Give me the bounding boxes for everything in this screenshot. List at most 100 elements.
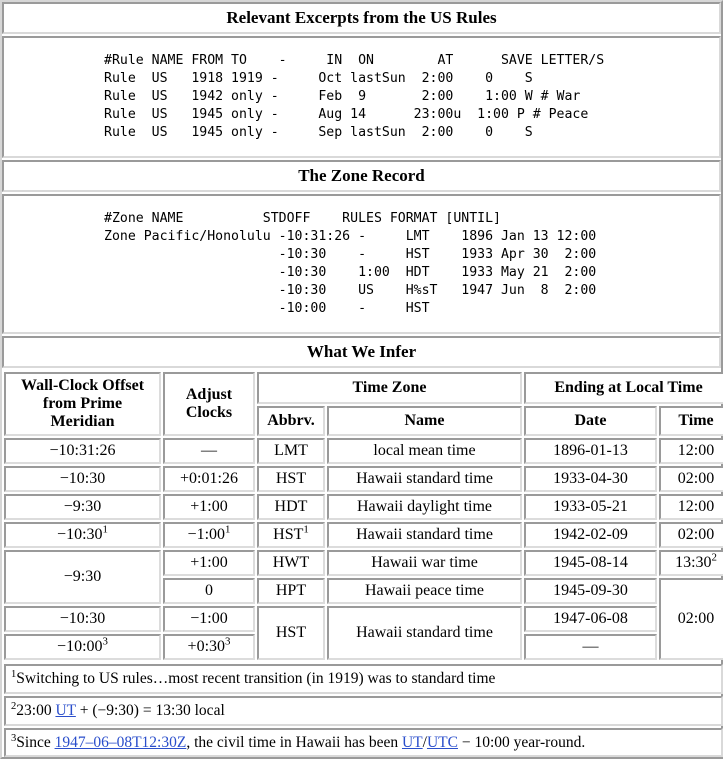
name-value: Hawaii war time <box>371 554 478 571</box>
table-row: −10:31:26 — LMT local mean time 1896-01-… <box>4 438 723 464</box>
table-row: −10:30 −1:00 HST Hawaii standard time 19… <box>4 606 723 660</box>
cell-date: 1945-08-14 <box>524 550 657 576</box>
header-ending-group: Ending at Local Time <box>524 372 723 404</box>
cell-name: Hawaii standard time <box>327 466 522 492</box>
adjust-footnote-ref: 1 <box>225 523 231 536</box>
footnote-3-mid: , the civil time in Hawaii has been <box>186 733 402 751</box>
abbrv-value: HST <box>275 470 307 487</box>
date-value: 1945-08-14 <box>553 554 628 571</box>
us-rules-title-box: Relevant Excerpts from the US Rules <box>2 2 721 34</box>
abbrv-value: HST <box>273 526 304 543</box>
abbrv-value: HDT <box>274 498 308 515</box>
time-value: 12:00 <box>677 498 715 515</box>
name-value: local mean time <box>373 442 476 459</box>
zone-record-code: #Zone NAME STDOFF RULES FORMAT [UNTIL] Z… <box>104 211 597 316</box>
name-value: Hawaii daylight time <box>356 498 493 515</box>
abbrv-footnote-ref: 1 <box>303 523 309 536</box>
cell-time: 02:00 <box>659 522 723 548</box>
page-container: Relevant Excerpts from the US Rules #Rul… <box>0 0 723 760</box>
offset-value: −9:30 <box>63 568 102 585</box>
footnote-2-post: + (−9:30) = 13:30 local <box>75 701 225 719</box>
header-date: Date <box>524 406 657 436</box>
cell-name: Hawaii standard time <box>327 522 522 548</box>
cell-name: Hawaii peace time <box>327 578 522 604</box>
cell-abbrv: LMT <box>257 438 325 464</box>
adjust-value: −1:00 <box>190 610 228 627</box>
ut-link[interactable]: UT <box>55 702 75 719</box>
abbrv-value: HWT <box>272 554 310 571</box>
name-value: Hawaii standard time <box>356 624 493 641</box>
cell-offset: −10:30 <box>4 466 161 492</box>
cell-abbrv: HDT <box>257 494 325 520</box>
date-value: 1896-01-13 <box>553 442 628 459</box>
name-value: Hawaii standard time <box>356 470 493 487</box>
cell-date: 1933-04-30 <box>524 466 657 492</box>
cell-offset: −10:30 <box>4 606 161 632</box>
infer-title-box: What We Infer <box>2 336 721 368</box>
cell-offset: −9:30 <box>4 550 161 604</box>
time-value: 13:30 <box>675 554 712 571</box>
cell-time: 13:302 <box>659 550 723 576</box>
cell-name: Hawaii daylight time <box>327 494 522 520</box>
offset-value: −10:00 <box>57 638 103 655</box>
table-row: −9:30 +1:00 HDT Hawaii daylight time 193… <box>4 494 723 520</box>
zone-record-code-box: #Zone NAME STDOFF RULES FORMAT [UNTIL] Z… <box>2 194 721 334</box>
footnote-1: 1Switching to US rules…most recent trans… <box>6 666 721 692</box>
cell-abbrv: HST1 <box>257 522 325 548</box>
us-rules-title: Relevant Excerpts from the US Rules <box>226 8 497 27</box>
header-adjust: Adjust Clocks <box>163 372 255 436</box>
header-time: Time <box>659 406 723 436</box>
time-value: 02:00 <box>677 470 715 487</box>
table-header-row-top: Wall-Clock Offset from Prime Meridian Ad… <box>4 372 723 436</box>
adjust-value: +0:30 <box>187 638 226 655</box>
table-row: −10:301 −1:001 HST1 Hawaii standard time… <box>4 522 723 548</box>
cell-abbrv: HST <box>257 606 325 660</box>
adjust-value: +1:00 <box>190 498 228 515</box>
utc-link[interactable]: UTC <box>427 734 458 751</box>
cell-offset: −10:301 <box>4 522 161 548</box>
date-value: 1942-02-09 <box>553 526 628 543</box>
cell-adjust: +0:303 <box>163 634 255 660</box>
cell-name: Hawaii standard time <box>327 606 522 660</box>
footnote-2: 223:00 UT + (−9:30) = 13:30 local <box>6 698 721 724</box>
date-value: 1947-06-08 <box>553 610 628 627</box>
table-row: −9:30 +1:00 HWT Hawaii war time 1945-08-… <box>4 550 723 604</box>
section-us-rules: Relevant Excerpts from the US Rules #Rul… <box>2 2 721 158</box>
date-value: 1945-09-30 <box>553 582 628 599</box>
zone-record-title: The Zone Record <box>298 166 425 185</box>
offset-value: −10:30 <box>59 610 106 627</box>
cell-time: 02:00 <box>659 466 723 492</box>
cell-abbrv: HST <box>257 466 325 492</box>
cell-abbrv: HWT <box>257 550 325 576</box>
offset-footnote-ref: 3 <box>102 635 108 648</box>
cell-time: 12:00 <box>659 494 723 520</box>
time-value: 12:00 <box>677 442 715 459</box>
ut-link[interactable]: UT <box>402 734 423 751</box>
cell-date: 1933-05-21 <box>524 494 657 520</box>
cell-time: 02:00 <box>659 578 723 660</box>
adjust-value: −1:00 <box>187 526 226 543</box>
cell-adjust: +1:00 <box>163 494 255 520</box>
adjust-footnote-ref: 3 <box>225 635 231 648</box>
cell-offset: −9:30 <box>4 494 161 520</box>
header-timezone-group: Time Zone <box>257 372 522 404</box>
cell-date: 1896-01-13 <box>524 438 657 464</box>
adjust-value: — <box>201 442 217 459</box>
cell-name: local mean time <box>327 438 522 464</box>
cell-adjust: −1:001 <box>163 522 255 548</box>
timestamp-link[interactable]: 1947–06–08T12:30Z <box>55 734 187 751</box>
footnote-3-box: 3Since 1947–06–08T12:30Z, the civil time… <box>4 727 723 758</box>
footnote-1-text: Switching to US rules…most recent transi… <box>16 670 496 687</box>
cell-date: 1945-09-30 <box>524 578 657 604</box>
footnote-2-pre: 23:00 <box>16 701 56 719</box>
cell-adjust: +1:00 <box>163 550 255 576</box>
footnote-2-box: 223:00 UT + (−9:30) = 13:30 local <box>4 695 723 726</box>
footnote-3-post: − 10:00 year-round. <box>457 733 586 751</box>
section-what-we-infer: What We Infer Wall-Clock Offset from Pri… <box>2 336 723 662</box>
footnote-1-box: 1Switching to US rules…most recent trans… <box>4 664 723 694</box>
inference-table: Wall-Clock Offset from Prime Meridian Ad… <box>2 370 723 662</box>
header-abbrv: Abbrv. <box>257 406 325 436</box>
cell-time: 12:00 <box>659 438 723 464</box>
cell-date: 1942-02-09 <box>524 522 657 548</box>
date-value: 1933-04-30 <box>553 470 628 487</box>
